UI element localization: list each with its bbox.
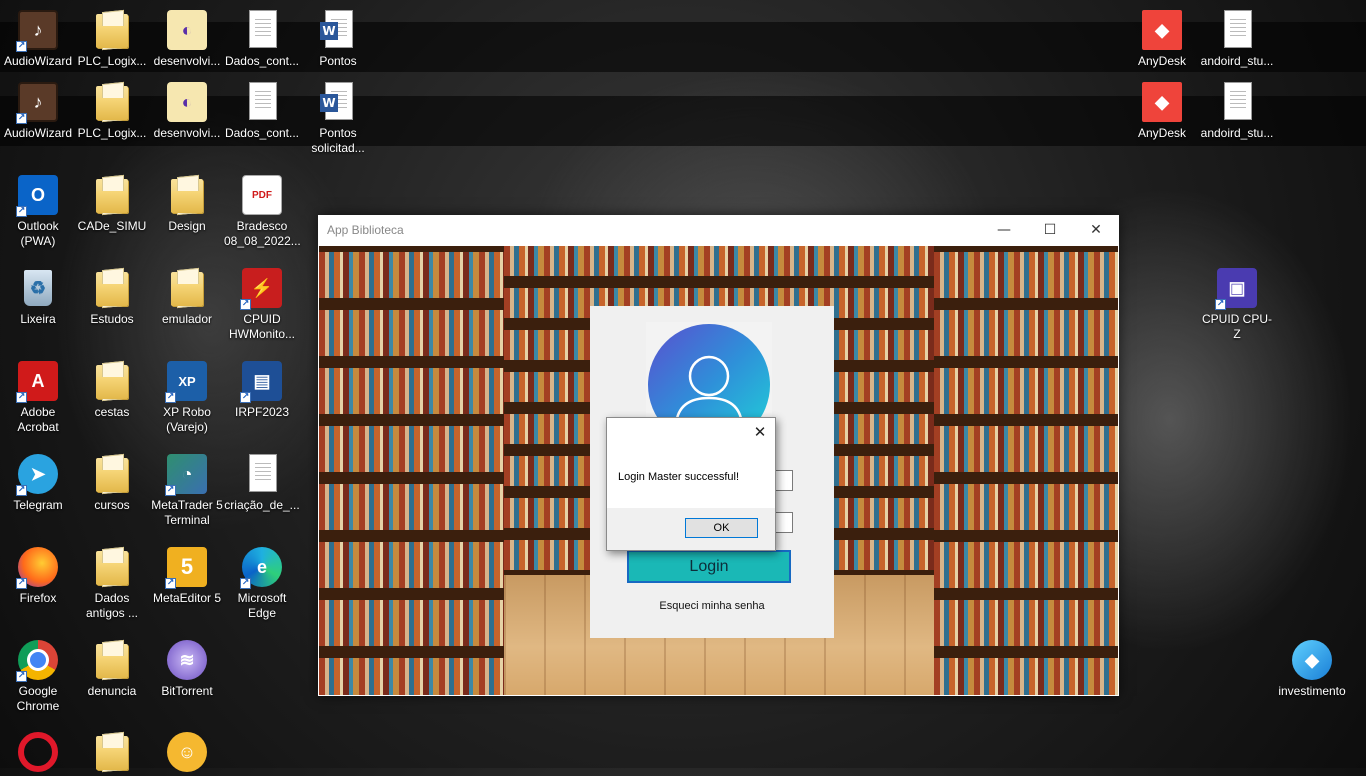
shortcut-arrow-icon: ↗ xyxy=(240,392,251,403)
shortcut-arrow-icon: ↗ xyxy=(16,41,27,52)
shortcut-arrow-icon: ↗ xyxy=(16,206,27,217)
login-success-dialog[interactable]: ✕ Login Master successful! OK xyxy=(606,417,776,551)
text-file-icon xyxy=(249,82,277,120)
desktop-icon-metaeditor[interactable]: 5 ↗ MetaEditor 5 xyxy=(149,545,225,606)
folder-icon xyxy=(96,644,128,678)
desktop-icon-investimento[interactable]: ◆ investimento xyxy=(1274,638,1350,699)
shortcut-arrow-icon: ↗ xyxy=(240,299,251,310)
text-file-icon xyxy=(249,454,277,492)
desktop-icon-smiley-app[interactable]: ☺ xyxy=(149,730,225,776)
desktop-icon-outlook[interactable]: O ↗ Outlook (PWA) xyxy=(0,173,76,249)
desktop-icon-desenvolvimento-2[interactable]: ◐ desenvolvi... xyxy=(149,80,225,141)
smiley-icon: ☺ xyxy=(167,732,207,772)
folder-icon xyxy=(96,365,128,399)
maximize-button[interactable]: ☐ xyxy=(1027,215,1073,245)
bittorrent-icon: ≋ xyxy=(167,640,207,680)
desktop-icon-opera[interactable] xyxy=(0,730,76,776)
shortcut-arrow-icon: ↗ xyxy=(16,485,27,496)
desktop-icon-xp-robo[interactable]: XP ↗ XP Robo (Varejo) xyxy=(149,359,225,435)
desktop-icon-lixeira[interactable]: ♻ Lixeira xyxy=(0,266,76,327)
desktop-icon-google-chrome[interactable]: ↗ Google Chrome xyxy=(0,638,76,714)
dialog-footer: OK xyxy=(607,508,775,550)
opera-icon xyxy=(18,732,58,772)
anydesk-icon: ◆ xyxy=(1142,82,1182,122)
folder-icon xyxy=(96,736,128,770)
desktop-icon-adobe-acrobat[interactable]: A ↗ Adobe Acrobat xyxy=(0,359,76,435)
folder-icon xyxy=(171,272,203,306)
desktop-icon-design[interactable]: Design xyxy=(149,173,225,234)
shortcut-arrow-icon: ↗ xyxy=(165,578,176,589)
window-title: App Biblioteca xyxy=(327,223,404,237)
folder-icon xyxy=(96,272,128,306)
login-button[interactable]: Login xyxy=(627,550,791,583)
desktop-icon-telegram[interactable]: ➤ ↗ Telegram xyxy=(0,452,76,513)
desktop-icon-cursos[interactable]: cursos xyxy=(74,452,150,513)
desktop-icon-plc-logix[interactable]: PLC_Logix... xyxy=(74,8,150,69)
desktop-icon-folder-bottom[interactable] xyxy=(74,730,150,776)
folder-icon xyxy=(96,86,128,120)
desktop-icon-audiowizard[interactable]: ♪ ↗ AudioWizard xyxy=(0,8,76,69)
desktop-icon-android-studio[interactable]: andoird_stu... xyxy=(1199,8,1275,69)
folder-icon xyxy=(96,551,128,585)
desktop-icon-anydesk-2[interactable]: ◆ AnyDesk xyxy=(1124,80,1200,141)
desktop-icon-criacao[interactable]: criação_de_... xyxy=(224,452,300,513)
text-file-icon xyxy=(249,10,277,48)
shortcut-arrow-icon: ↗ xyxy=(1215,299,1226,310)
word-badge-icon: W xyxy=(320,94,338,112)
desktop-icon-microsoft-edge[interactable]: e ↗ Microsoft Edge xyxy=(224,545,300,621)
shortcut-arrow-icon: ↗ xyxy=(165,392,176,403)
close-button[interactable]: ✕ xyxy=(1073,215,1119,245)
desktop-icon-firefox[interactable]: ↗ Firefox xyxy=(0,545,76,606)
folder-icon xyxy=(96,179,128,213)
desktop-icon-cestas[interactable]: cestas xyxy=(74,359,150,420)
bookshelf-right xyxy=(934,246,1118,695)
word-badge-icon: W xyxy=(320,22,338,40)
desktop-icon-metatrader[interactable]: ◔ ↗ MetaTrader 5 Terminal xyxy=(149,452,225,528)
desktop-icon-desenvolvimento[interactable]: ◐ desenvolvi... xyxy=(149,8,225,69)
desktop-icon-plc-logix-2[interactable]: PLC_Logix... xyxy=(74,80,150,141)
shortcut-arrow-icon: ↗ xyxy=(16,392,27,403)
anydesk-icon: ◆ xyxy=(1142,10,1182,50)
window-titlebar[interactable]: App Biblioteca — ☐ ✕ xyxy=(318,215,1119,245)
desktop-icon-hwmonitor[interactable]: ⚡ ↗ CPUID HWMonito... xyxy=(224,266,300,342)
desktop-icon-estudos[interactable]: Estudos xyxy=(74,266,150,327)
text-file-icon xyxy=(1224,10,1252,48)
dialog-close-button[interactable]: ✕ xyxy=(745,418,775,446)
recycle-bin-icon: ♻ xyxy=(24,270,52,306)
dialog-message: Login Master successful! xyxy=(618,471,740,483)
folder-icon xyxy=(171,179,203,213)
desktop-icon-audiowizard-2[interactable]: ♪ ↗ AudioWizard xyxy=(0,80,76,141)
desktop-icon-dados-cont[interactable]: Dados_cont... xyxy=(224,8,300,69)
desktop-icon-dados-antigos[interactable]: Dados antigos ... xyxy=(74,545,150,621)
minimize-button[interactable]: — xyxy=(981,215,1027,245)
desktop-icon-irpf2023[interactable]: ▤ ↗ IRPF2023 xyxy=(224,359,300,420)
bookshelf-left xyxy=(319,246,504,695)
desktop-icon-cade-simu[interactable]: CADe_SIMU xyxy=(74,173,150,234)
folder-icon xyxy=(96,458,128,492)
desktop-icon-anydesk[interactable]: ◆ AnyDesk xyxy=(1124,8,1200,69)
forgot-password-link[interactable]: Esqueci minha senha xyxy=(590,600,834,612)
shortcut-arrow-icon: ↗ xyxy=(16,113,27,124)
shortcut-arrow-icon: ↗ xyxy=(165,485,176,496)
desktop-icon-dados-cont-2[interactable]: Dados_cont... xyxy=(224,80,300,141)
desktop-icon-bradesco[interactable]: PDF Bradesco 08_08_2022... xyxy=(224,173,301,249)
shortcut-arrow-icon: ↗ xyxy=(16,671,27,682)
desktop-icon-pontos-solicitados[interactable]: W Pontos solicitad... xyxy=(300,80,376,156)
investimento-icon: ◆ xyxy=(1292,640,1332,680)
media-file-icon: ◐ xyxy=(167,82,207,122)
text-file-icon xyxy=(1224,82,1252,120)
desktop-icon-cpu-z[interactable]: ▣ ↗ CPUID CPU-Z xyxy=(1199,266,1275,342)
desktop-icon-emulador[interactable]: emulador xyxy=(149,266,225,327)
shortcut-arrow-icon: ↗ xyxy=(240,578,251,589)
desktop-icon-android-studio-2[interactable]: andoird_stu... xyxy=(1199,80,1275,141)
media-file-icon: ◐ xyxy=(167,10,207,50)
desktop-icon-bittorrent[interactable]: ≋ BitTorrent xyxy=(149,638,225,699)
desktop-icon-pontos[interactable]: W Pontos xyxy=(300,8,376,69)
desktop-icon-denuncia[interactable]: denuncia xyxy=(74,638,150,699)
folder-icon xyxy=(96,14,128,48)
shortcut-arrow-icon: ↗ xyxy=(16,578,27,589)
pdf-file-icon: PDF xyxy=(242,175,282,215)
ok-button[interactable]: OK xyxy=(685,518,758,538)
